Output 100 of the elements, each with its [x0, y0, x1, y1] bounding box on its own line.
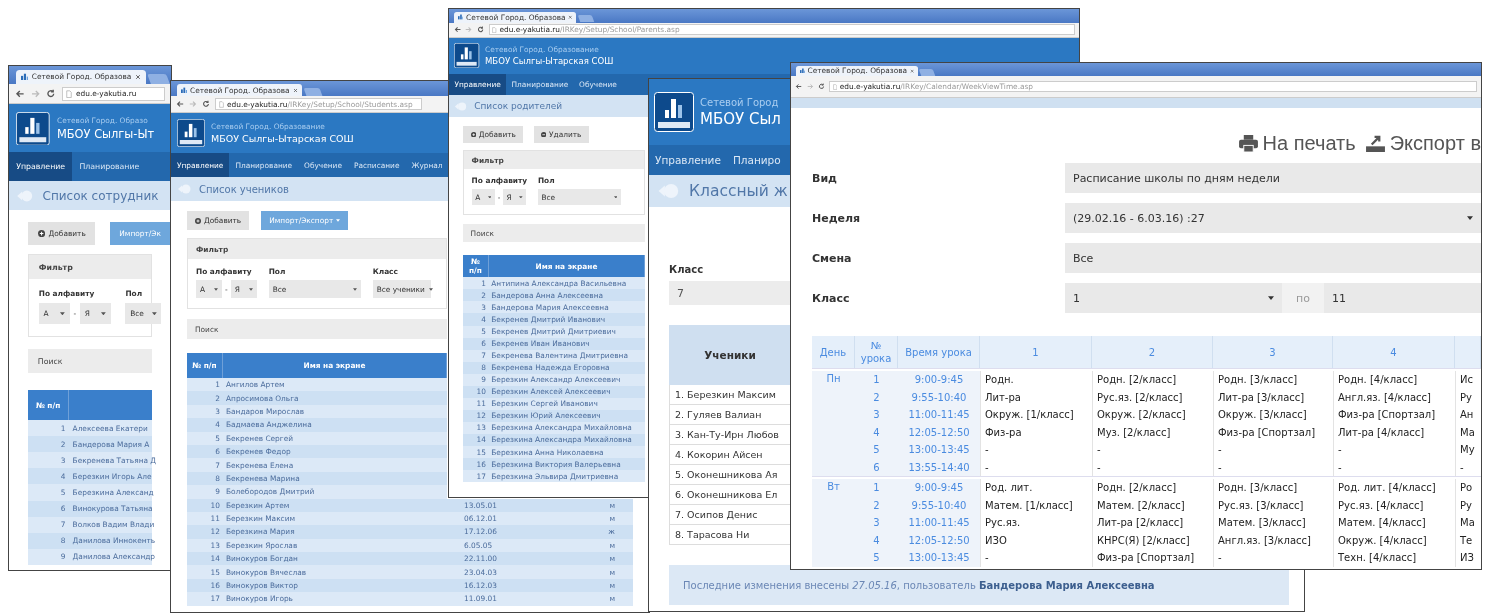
dropdown[interactable]: Расписание школы по дням недели [1065, 163, 1481, 194]
school-name: МБОУ Сылгы-Ытарская СОШ [484, 56, 614, 67]
page-icon [832, 83, 838, 90]
lesson-time: 13:00-13:45 [898, 441, 980, 459]
schedule-cell: Ро [1455, 479, 1481, 497]
last-change-note: Последние изменения внесены 27.05.16, пользователь Бандерова Мария Алексеевна [683, 579, 1155, 591]
menu-item[interactable]: Планиро [726, 145, 787, 175]
schedule-cell: Физ-ра [Спортзал] [1213, 423, 1333, 442]
reload-icon[interactable] [817, 83, 825, 90]
logo-icon[interactable] [177, 119, 205, 147]
page-title: Список родителей [474, 101, 563, 112]
lesson-number: 1 [855, 479, 898, 497]
close-icon[interactable] [292, 87, 298, 93]
schedule-cell: Ру [1455, 496, 1481, 515]
logo-icon[interactable] [454, 43, 480, 69]
back-icon[interactable] [453, 26, 461, 34]
schedule-cell: - [1333, 458, 1455, 477]
schedule-cell: Рус.яз. [4/класс] [1333, 496, 1455, 515]
lesson-number: 5 [855, 441, 898, 459]
schedule-cell: Лит-ра [980, 388, 1092, 407]
page-title: Список сотрудник [42, 188, 159, 203]
column-header: Ученики [669, 325, 791, 385]
lesson-number: 1 [855, 371, 898, 389]
schedule-cell: Родн. [3/класс] [1213, 479, 1333, 497]
schedule-cell: Родн. [2/класс] [1092, 479, 1213, 497]
field-label: Класс [812, 291, 851, 305]
schedule-cell: Физ-ра [Спортзал] [1092, 549, 1213, 567]
dropdown[interactable]: Все [1065, 243, 1481, 274]
reload-icon[interactable] [202, 100, 210, 108]
lesson-time: 11:00-11:45 [898, 406, 980, 424]
schedule-cell: - [1455, 458, 1481, 477]
back-icon[interactable] [15, 88, 25, 99]
column-header: День [812, 336, 855, 369]
schedule-cell: Ис [1455, 371, 1481, 389]
schedule-cell: - [1092, 441, 1213, 459]
dropdown[interactable]: (29.02.16 - 6.03.16) :27 [1065, 203, 1481, 234]
schedule-cell: Ру [1455, 388, 1481, 407]
lesson-time: 11:00-11:45 [898, 514, 980, 532]
schedule-cell: Ма [1455, 514, 1481, 532]
close-icon[interactable] [909, 68, 915, 73]
new-tab-button[interactable] [918, 69, 936, 77]
page-icon [492, 26, 497, 33]
plus-circle-icon [195, 217, 201, 224]
printer-icon [1238, 134, 1258, 152]
caret-icon [487, 195, 492, 199]
schedule-cell: Окруж. [3/класс] [1213, 406, 1333, 424]
column-header: № урока [855, 336, 898, 369]
export-link[interactable]: Экспорт в [1365, 131, 1481, 155]
column-header: 4 [1333, 336, 1455, 369]
back-icon[interactable] [795, 83, 803, 90]
schedule-cell: Род. лит. [4/класс] [1333, 479, 1455, 497]
column-header: 3 [1213, 336, 1333, 369]
dropdown[interactable]: 11 [1323, 283, 1481, 314]
field-label: Неделя [812, 211, 862, 225]
page-icon [66, 89, 73, 98]
lesson-number: 5 [855, 549, 898, 567]
schedule-cell: - [1213, 458, 1333, 477]
caret-icon [428, 287, 433, 291]
dropdown[interactable]: 1 [1065, 283, 1282, 314]
schedule-cell: Матем. [2/класс] [1092, 496, 1213, 515]
caret-icon [519, 195, 523, 199]
lesson-time: 9:00-9:45 [898, 371, 980, 389]
schedule-cell: Физ-ра [980, 423, 1092, 442]
caret-icon [214, 287, 218, 291]
schedule-cell: Лит-ра [4/класс] [1333, 423, 1455, 442]
column-header: 2 [1092, 336, 1213, 369]
logo-icon[interactable] [654, 92, 694, 132]
close-icon[interactable] [568, 14, 573, 20]
column-header: 1 [980, 336, 1092, 369]
caret-icon [248, 287, 253, 291]
page-title: Список учеников [199, 183, 289, 195]
print-link[interactable]: На печать [1238, 131, 1356, 155]
export-icon [1365, 134, 1385, 152]
lesson-number: 3 [855, 514, 898, 532]
menu-item[interactable]: Управление [649, 145, 727, 175]
schedule-cell: Матем. [1/класс] [980, 496, 1092, 515]
caret-icon [336, 219, 341, 222]
schedule-cell: Матем. [3/класс] [1213, 514, 1333, 532]
lesson-number: 3 [855, 406, 898, 424]
logo-icon[interactable] [16, 111, 50, 146]
column-header: Время урока [898, 336, 980, 369]
reload-icon[interactable] [46, 88, 56, 99]
close-icon[interactable] [134, 73, 141, 80]
school-name: МБОУ Сылгы-Ыт [56, 127, 155, 142]
back-icon[interactable] [176, 100, 184, 108]
schedule-cell: Англ.яз. [4/класс] [1333, 388, 1455, 407]
class-field[interactable]: 7 [669, 281, 791, 305]
caret-icon [613, 195, 618, 199]
minus-circle-icon [541, 131, 547, 138]
caret-icon [352, 287, 357, 291]
schedule-cell: Техн. [4/класс] [1333, 549, 1455, 567]
caret-icon [151, 311, 157, 316]
bars-icon [458, 14, 464, 20]
plus-circle-icon [37, 229, 45, 237]
school-name: МБОУ Сылгы-Ытарская СОШ [211, 133, 354, 144]
bars-icon [181, 87, 187, 93]
schedule-cell: Родн. [980, 371, 1092, 389]
lesson-time: 13:00-13:45 [898, 549, 980, 567]
schedule-cell: Физ-ра [Спортзал] [1333, 406, 1455, 424]
reload-icon[interactable] [476, 26, 485, 34]
